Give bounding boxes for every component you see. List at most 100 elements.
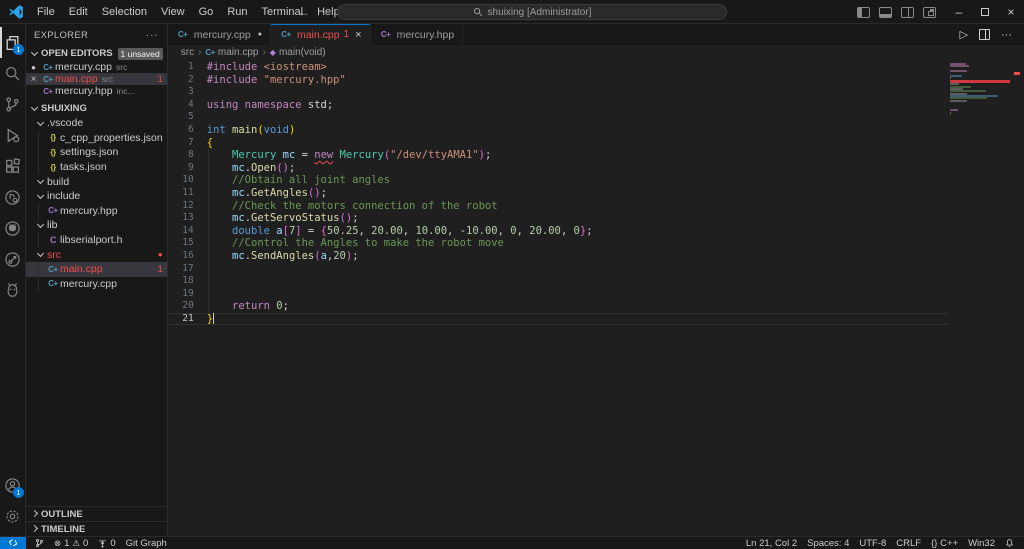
tree-folder-include[interactable]: include xyxy=(26,189,167,204)
maximize-button[interactable] xyxy=(972,0,998,24)
minimap-line xyxy=(950,65,969,67)
status-item-2[interactable]: UTF-8 xyxy=(854,538,891,549)
tab-mercury.cpp[interactable]: C+mercury.cpp● xyxy=(168,24,271,45)
code-line[interactable]: 20 return 0; xyxy=(168,300,948,313)
overview-ruler[interactable] xyxy=(1010,60,1024,536)
tab-mercury.hpp[interactable]: C+mercury.hpp xyxy=(371,24,464,45)
toggle-secondary-sidebar-icon[interactable] xyxy=(901,7,914,18)
status-item-4[interactable]: {} C++ xyxy=(926,538,963,549)
minimize-button[interactable]: – xyxy=(946,0,972,24)
tree-file-main.cpp[interactable]: C+main.cpp1 xyxy=(26,262,167,277)
status-item-5[interactable]: Win32 xyxy=(963,538,1000,549)
folder-header[interactable]: SHUIXING xyxy=(26,101,167,116)
back-arrow-icon[interactable]: ← xyxy=(298,5,310,19)
search-activity-icon[interactable] xyxy=(0,58,25,89)
breadcrumb-item-main.cpp[interactable]: C+main.cpp xyxy=(205,47,258,58)
token: mc xyxy=(283,149,296,161)
more-actions-icon[interactable]: ··· xyxy=(1001,29,1012,41)
code-line[interactable]: 9 mc.Open(); xyxy=(168,162,948,175)
code-line[interactable]: 17 xyxy=(168,263,948,276)
cpp-file-icon: C+ xyxy=(176,30,190,39)
ai-assistant-activity-icon[interactable] xyxy=(0,275,25,306)
git-graph-status[interactable]: Git Graph xyxy=(121,538,172,549)
source-control-status[interactable] xyxy=(30,538,49,548)
code-editor[interactable]: 1#include <iostream>2#include "mercury.h… xyxy=(168,60,1024,536)
minimap[interactable] xyxy=(950,63,1010,114)
code-line[interactable]: 16 mc.SendAngles(a,20); xyxy=(168,250,948,263)
hpp-file-icon: C+ xyxy=(41,87,55,96)
explorer-activity-icon[interactable]: 1 xyxy=(0,27,25,58)
tab-main.cpp[interactable]: C+main.cpp1× xyxy=(271,24,371,45)
run-debug-activity-icon[interactable] xyxy=(0,120,25,151)
tree-file-mercury.hpp[interactable]: C+mercury.hpp xyxy=(26,204,167,219)
status-item-3[interactable]: CRLF xyxy=(891,538,926,549)
status-item-0[interactable]: Ln 21, Col 2 xyxy=(741,538,802,549)
status-item-label: Win32 xyxy=(968,538,995,549)
split-editor-icon[interactable] xyxy=(979,29,990,40)
code-line[interactable]: 11 mc.GetAngles(); xyxy=(168,187,948,200)
toggle-panel-icon[interactable] xyxy=(879,7,892,18)
accounts-activity-icon[interactable]: 1 xyxy=(0,470,25,501)
tree-file-mercury.cpp[interactable]: C+mercury.cpp xyxy=(26,277,167,292)
settings-activity-icon[interactable] xyxy=(0,501,25,532)
menu-edit[interactable]: Edit xyxy=(62,1,95,23)
breadcrumb-item-src[interactable]: src xyxy=(181,47,194,58)
timeline-section-header[interactable]: TIMELINE xyxy=(26,521,167,536)
close-icon[interactable]: × xyxy=(355,29,361,41)
tree-file-settings.json[interactable]: {}settings.json xyxy=(26,145,167,160)
code-line[interactable]: 12 //Check the motors connection of the … xyxy=(168,200,948,213)
extensions-activity-icon[interactable] xyxy=(0,151,25,182)
tree-folder-build[interactable]: build xyxy=(26,174,167,189)
code-line[interactable]: 7{ xyxy=(168,137,948,150)
code-line[interactable]: 2#include "mercury.hpp" xyxy=(168,74,948,87)
tree-file-c_cpp_properties.json[interactable]: {}c_cpp_properties.json xyxy=(26,131,167,146)
menu-selection[interactable]: Selection xyxy=(95,1,154,23)
close-button[interactable]: × xyxy=(998,0,1024,24)
menu-file[interactable]: File xyxy=(30,1,62,23)
breadcrumb-item-main(void)[interactable]: ◆main(void) xyxy=(270,47,326,58)
notifications-bell[interactable] xyxy=(1000,538,1019,548)
menu-run[interactable]: Run xyxy=(220,1,254,23)
code-line[interactable]: 13 mc.GetServoStatus(); xyxy=(168,212,948,225)
run-button[interactable]: ▷ xyxy=(960,28,968,41)
code-line[interactable]: 15 //Control the Angles to make the robo… xyxy=(168,237,948,250)
code-line[interactable]: 8 Mercury mc = new Mercury("/dev/ttyAMA1… xyxy=(168,149,948,162)
problems-status[interactable]: ⊗ 1 ⚠ 0 xyxy=(49,538,93,549)
code-line[interactable]: 5 xyxy=(168,111,948,124)
open-editor-item[interactable]: C+mercury.hppinc... xyxy=(26,85,167,97)
open-editors-header[interactable]: OPEN EDITORS 1 unsaved xyxy=(26,46,167,61)
code-line[interactable]: 18 xyxy=(168,275,948,288)
customize-layout-icon[interactable] xyxy=(923,7,936,18)
github-activity-icon[interactable] xyxy=(0,213,25,244)
more-actions-icon[interactable]: ··· xyxy=(146,30,159,41)
tree-folder-lib[interactable]: lib xyxy=(26,218,167,233)
source-control-activity-icon[interactable] xyxy=(0,89,25,120)
code-line[interactable]: 4using namespace std; xyxy=(168,99,948,112)
git-graph-activity-icon[interactable] xyxy=(0,244,25,275)
remote-tools-activity-icon[interactable] xyxy=(0,182,25,213)
toggle-sidebar-icon[interactable] xyxy=(857,7,870,18)
tree-folder-src[interactable]: src● xyxy=(26,247,167,262)
status-item-1[interactable]: Spaces: 4 xyxy=(802,538,854,549)
code-line[interactable]: 6int main(void) xyxy=(168,124,948,137)
tree-folder-.vscode[interactable]: .vscode xyxy=(26,116,167,131)
ports-status[interactable]: 0 xyxy=(93,538,120,549)
remote-indicator[interactable] xyxy=(0,537,26,549)
tree-file-tasks.json[interactable]: {}tasks.json xyxy=(26,160,167,175)
open-editor-item[interactable]: ●C+mercury.cppsrc xyxy=(26,61,167,73)
command-center-search[interactable]: shuixing [Administrator] xyxy=(337,4,727,20)
code-line[interactable]: 1#include <iostream> xyxy=(168,61,948,74)
code-line[interactable]: 21} xyxy=(168,313,948,326)
menu-view[interactable]: View xyxy=(154,1,192,23)
tree-file-libserialport.h[interactable]: Clibserialport.h xyxy=(26,233,167,248)
outline-section-header[interactable]: OUTLINE xyxy=(26,506,167,521)
forward-arrow-icon[interactable]: → xyxy=(320,5,332,19)
code-line[interactable]: 19 xyxy=(168,288,948,301)
code-line[interactable]: 14 double a[7] = {50.25, 20.00, 10.00, -… xyxy=(168,225,948,238)
close-icon[interactable]: × xyxy=(26,74,41,85)
open-editor-item[interactable]: ×C+main.cppsrc1 xyxy=(26,73,167,85)
chevron-down-icon xyxy=(36,250,45,259)
code-line[interactable]: 10 //Obtain all joint angles xyxy=(168,174,948,187)
menu-go[interactable]: Go xyxy=(192,1,221,23)
code-line[interactable]: 3 xyxy=(168,86,948,99)
